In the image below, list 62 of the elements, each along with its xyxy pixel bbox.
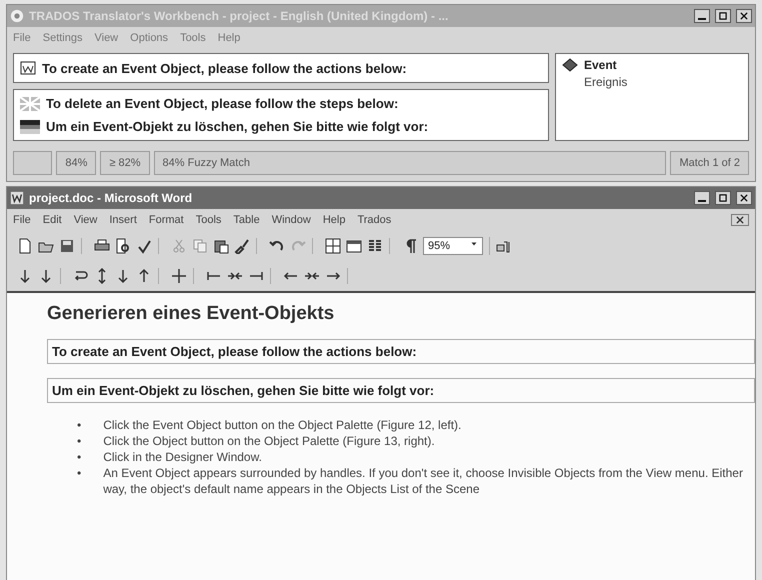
close-icon[interactable] — [731, 214, 749, 226]
zoom-field[interactable]: 95% — [423, 237, 483, 255]
bullet-marker: • — [77, 417, 82, 433]
menu-item[interactable]: Edit — [42, 214, 62, 226]
term-text: Event — [584, 58, 617, 72]
bullet-text: Click the Event Object button on the Object Palette (Figure 12, left). — [103, 417, 462, 433]
status-field: Match 1 of 2 — [670, 151, 749, 175]
term-translation: Ereignis — [583, 75, 628, 89]
menu-item[interactable]: Window — [272, 214, 311, 226]
document-icon — [20, 60, 36, 76]
minimize-icon — [698, 200, 706, 202]
source-text: To create an Event Object, please follow the actions below: — [42, 60, 407, 76]
status-field: ≥ 82% — [100, 151, 150, 175]
menu-item[interactable]: View — [74, 214, 98, 226]
flag-icon — [20, 120, 40, 134]
spreadsheet-icon[interactable] — [346, 238, 362, 254]
bullet-marker: • — [77, 433, 82, 449]
word-logo-icon — [10, 191, 24, 205]
app-logo-icon — [10, 9, 24, 23]
window-title: project.doc - Microsoft Word — [29, 191, 194, 205]
table-icon[interactable] — [325, 238, 341, 254]
menu-item[interactable]: Table — [233, 214, 260, 226]
bullet-text: Click the Object button on the Object Palette (Figure 13, right). — [103, 433, 435, 449]
menu-item[interactable]: File — [13, 214, 31, 226]
menu-item[interactable]: Insert — [109, 214, 137, 226]
close-icon — [739, 193, 749, 203]
tm-source-text: To delete an Event Object, please follow the steps below: — [46, 96, 398, 111]
bullet-marker: • — [77, 449, 82, 465]
bullet-text: Click in the Designer Window. — [103, 449, 262, 465]
save-icon[interactable] — [59, 238, 75, 254]
paste-icon[interactable] — [213, 238, 229, 254]
menu-item[interactable]: Tools — [196, 214, 222, 226]
minimize-button[interactable] — [694, 9, 710, 23]
close-button[interactable] — [736, 9, 752, 23]
segment-text: Um ein Event-Objekt zu löschen, gehen Sie bitte wie folgt vor: — [47, 378, 755, 403]
spelling-icon[interactable] — [136, 238, 152, 254]
status-field — [13, 151, 52, 175]
menu-item[interactable]: Format — [148, 214, 184, 226]
minimize-icon — [698, 18, 706, 20]
maximize-button[interactable] — [715, 9, 731, 23]
maximize-button[interactable] — [715, 191, 731, 205]
maximize-icon — [718, 193, 728, 203]
flag-icon — [20, 96, 40, 110]
menu-item[interactable]: Trados — [357, 214, 392, 226]
print-preview-icon[interactable] — [115, 238, 131, 254]
bullet-marker: • — [77, 465, 82, 482]
dropdown-arrow-icon — [470, 240, 478, 248]
close-icon — [739, 11, 749, 21]
brush-icon[interactable] — [234, 238, 250, 254]
tm-target-text: Um ein Event-Objekt zu löschen, gehen Sie bitte wie folgt vor: — [46, 119, 428, 134]
minimize-button[interactable] — [694, 191, 710, 205]
segment-text: To create an Event Object, please follow the actions below: — [47, 339, 755, 364]
status-field: 84% — [56, 151, 96, 175]
new-document-icon[interactable] — [17, 238, 33, 254]
menu-item[interactable]: Help — [322, 214, 346, 226]
bullet-text: An Event Object appears surrounded by handles. If you don't see it, choose Invisible Objects from the View menu. Either way, the object's default name appears in the Objects List of the Scene — [103, 465, 744, 497]
maximize-icon — [718, 11, 728, 21]
close-button[interactable] — [736, 191, 752, 205]
document-heading: Generieren eines Event-Objekts — [47, 303, 336, 325]
columns-icon[interactable] — [367, 238, 383, 254]
status-field: 84% Fuzzy Match — [154, 151, 666, 175]
move-icon[interactable] — [171, 268, 187, 284]
